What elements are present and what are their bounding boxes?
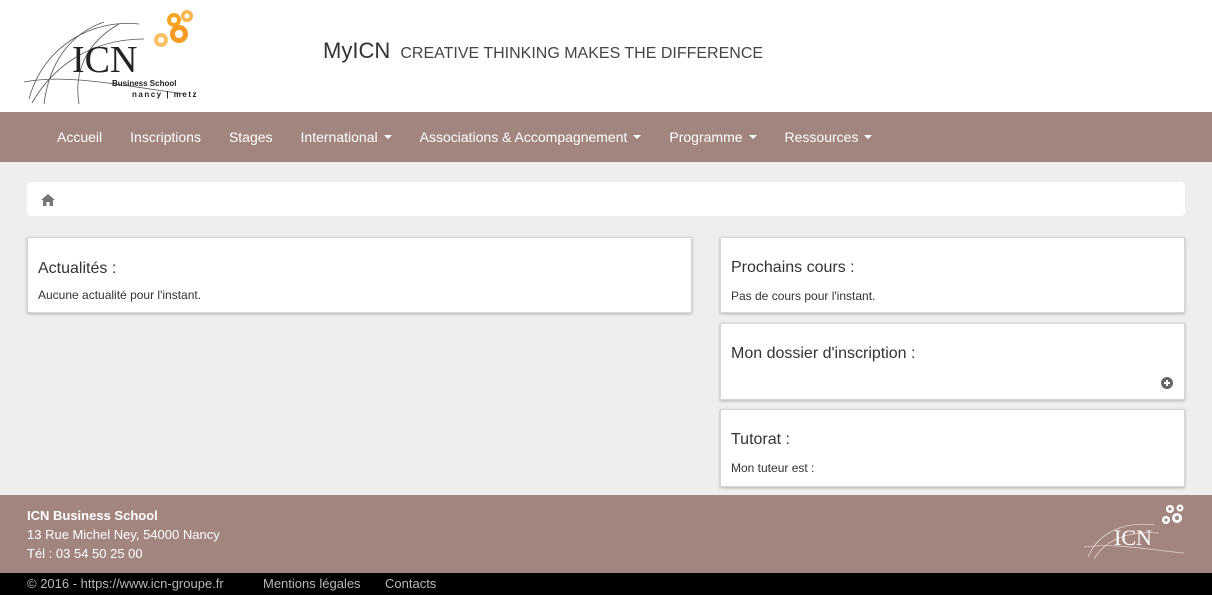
footer: ICN Business School 13 Rue Michel Ney, 5…: [0, 495, 1212, 573]
nav-item-inscriptions[interactable]: Inscriptions: [116, 112, 215, 162]
caret-down-icon: [748, 135, 757, 139]
nav-label: Accueil: [57, 129, 103, 145]
registration-title: Mon dossier d'inscription :: [731, 345, 916, 362]
brand-name: MyICN: [323, 38, 391, 63]
contacts-link[interactable]: Contacts: [385, 576, 436, 591]
legal-notice-link[interactable]: Mentions légales: [263, 576, 361, 591]
logo-text: ICN: [72, 39, 137, 81]
home-icon[interactable]: [41, 193, 55, 206]
slogan: CREATIVE THINKING MAKES THE DIFFERENCE: [400, 45, 764, 62]
courses-text: Pas de cours pour l'instant.: [731, 289, 876, 303]
nav-label: Programme: [669, 129, 743, 145]
tutoring-title: Tutorat :: [731, 431, 790, 448]
caret-down-icon: [633, 135, 642, 139]
caret-down-icon: [383, 135, 392, 139]
footer-logo: ICN: [1083, 503, 1190, 560]
nav-label: Inscriptions: [130, 129, 201, 145]
icn-logo[interactable]: ICN Business School nancy | metz: [23, 4, 204, 106]
plus-circle-icon[interactable]: [1161, 377, 1173, 389]
footer-address: 13 Rue Michel Ney, 54000 Nancy: [27, 527, 220, 542]
breadcrumb: [27, 182, 1185, 216]
caret-down-icon: [864, 135, 873, 139]
nav-label: Associations & Accompagnement: [419, 129, 628, 145]
news-panel: Actualités : Aucune actualité pour l'ins…: [27, 237, 692, 313]
footer-phone: Tél : 03 54 50 25 00: [27, 546, 143, 561]
registration-file-panel: Mon dossier d'inscription :: [720, 323, 1185, 400]
tutoring-text: Mon tuteur est :: [731, 461, 815, 475]
news-text: Aucune actualité pour l'instant.: [38, 288, 202, 302]
nav-label: Ressources: [784, 129, 859, 145]
nav-item-associations[interactable]: Associations & Accompagnement: [406, 112, 656, 162]
nav-item-stages[interactable]: Stages: [215, 112, 287, 162]
nav-item-accueil[interactable]: Accueil: [43, 112, 116, 162]
courses-title: Prochains cours :: [731, 259, 855, 276]
nav-label: Stages: [228, 129, 273, 145]
footer-logo-text: ICN: [1114, 525, 1152, 550]
nav-label: International: [300, 129, 378, 145]
tutoring-panel: Tutorat : Mon tuteur est :: [720, 409, 1185, 487]
header: ICN Business School nancy | metz MyICN C…: [0, 0, 1212, 112]
nav-menu: Accueil Inscriptions Stages Internationa…: [43, 112, 886, 162]
upcoming-courses-panel: Prochains cours : Pas de cours pour l'in…: [720, 237, 1185, 313]
bottom-bar: © 2016 - https://www.icn-groupe.fr Menti…: [0, 573, 1212, 595]
copyright-link[interactable]: © 2016 - https://www.icn-groupe.fr: [27, 576, 224, 591]
footer-school-name: ICN Business School: [27, 508, 158, 523]
nav-item-ressources[interactable]: Ressources: [771, 112, 887, 162]
news-title: Actualités :: [38, 260, 117, 277]
site-tagline: MyICN CREATIVE THINKING MAKES THE DIFFER…: [323, 38, 763, 64]
logo-subtitle: Business School: [112, 79, 176, 88]
nav-item-programme[interactable]: Programme: [655, 112, 770, 162]
nav-item-international[interactable]: International: [287, 112, 406, 162]
logo-cities: nancy | metz: [132, 90, 198, 99]
main-navbar: Accueil Inscriptions Stages Internationa…: [0, 112, 1212, 162]
